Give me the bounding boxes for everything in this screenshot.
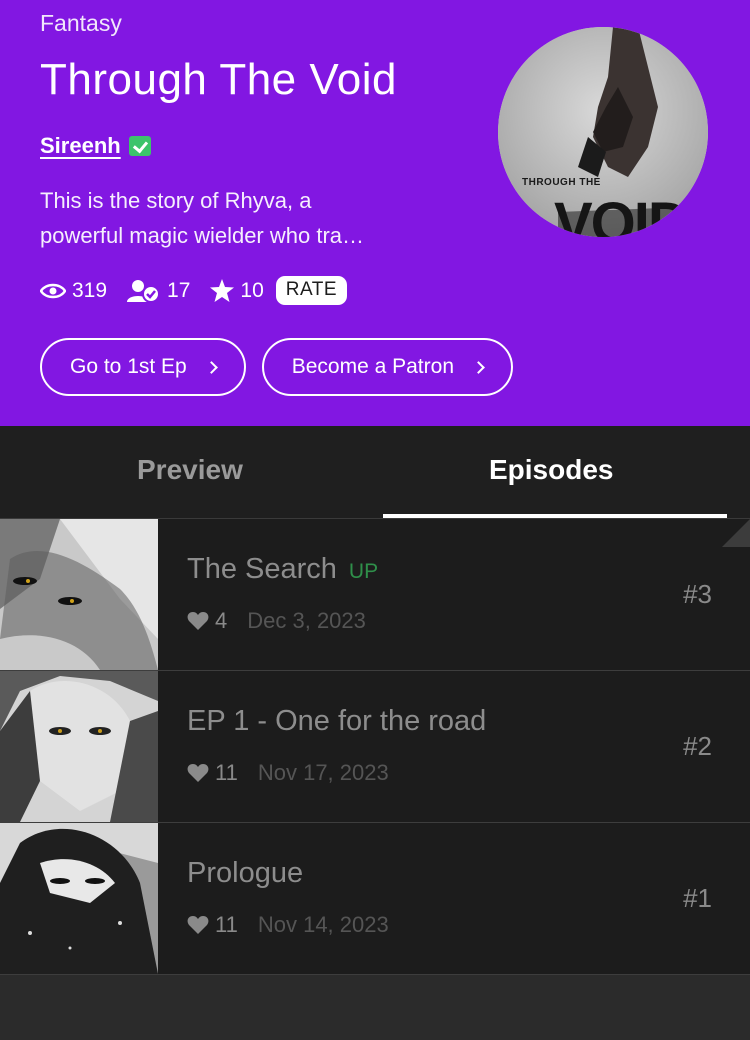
list-footer-space <box>0 976 750 1040</box>
like-count: 11 <box>215 760 238 785</box>
episode-date: Nov 14, 2023 <box>257 912 389 937</box>
become-patron-button[interactable]: Become a Patron <box>261 338 513 396</box>
cover-title-large: VOID <box>554 191 690 237</box>
episode-list: The Search UP 4 Dec 3, 2023 #3 EP 1 - On… <box>0 519 750 975</box>
tab-bar: Preview Episodes <box>0 426 750 519</box>
series-description[interactable]: This is the story of Rhyva, a powerful m… <box>40 183 470 253</box>
episode-meta: 11 Nov 17, 2023 <box>187 760 389 786</box>
cover-title-small: THROUGH THE <box>522 177 601 188</box>
genre-label[interactable]: Fantasy <box>40 10 122 37</box>
verified-check-icon <box>128 136 151 156</box>
episode-likes: 4 <box>187 608 227 634</box>
go-to-first-episode-label: Go to 1st Ep <box>70 355 187 378</box>
new-corner-marker <box>722 519 750 547</box>
become-patron-label: Become a Patron <box>291 355 454 378</box>
episode-thumbnail <box>0 823 158 974</box>
description-line: This is the story of Rhyva, a <box>40 188 312 213</box>
heart-icon <box>187 764 209 782</box>
like-count: 4 <box>215 608 228 633</box>
star-icon <box>210 279 235 302</box>
description-line: powerful magic wielder who tra… <box>40 223 365 248</box>
up-badge: UP <box>348 560 379 583</box>
thumbnail-art <box>0 519 158 670</box>
series-header: Fantasy Through The Void Sireenh This is… <box>0 0 750 426</box>
heart-icon <box>187 612 209 630</box>
heart-icon <box>187 916 209 934</box>
episode-likes: 11 <box>187 912 238 938</box>
action-buttons: Go to 1st Ep Become a Patron <box>40 338 513 396</box>
episode-row[interactable]: Prologue 11 Nov 14, 2023 #1 <box>0 823 750 975</box>
episode-date: Dec 3, 2023 <box>247 608 366 633</box>
thumbnail-art <box>0 823 158 974</box>
episode-number: #3 <box>683 579 712 609</box>
tab-preview[interactable]: Preview <box>137 454 243 486</box>
episode-title: Prologue <box>187 857 304 889</box>
episode-meta: 11 Nov 14, 2023 <box>187 912 389 938</box>
series-title: Through The Void <box>40 55 397 104</box>
episode-date: Nov 17, 2023 <box>257 760 389 785</box>
rate-button[interactable]: RATE <box>275 276 348 305</box>
subscribers-count: 17 <box>167 278 191 302</box>
episode-thumbnail <box>0 671 158 822</box>
author-link[interactable]: Sireenh <box>40 133 121 159</box>
episode-likes: 11 <box>187 760 238 786</box>
episode-title: EP 1 - One for the road <box>187 705 487 737</box>
episode-title-row: The Search UP <box>187 553 378 586</box>
rating-count: 10 <box>240 278 264 302</box>
stats-row: 319 17 10 RATE <box>40 276 348 305</box>
chevron-right-icon <box>204 360 218 374</box>
episode-title-row: Prologue <box>187 857 303 890</box>
subscribers-stat: 17 <box>127 279 190 303</box>
author-row: Sireenh <box>40 133 151 159</box>
like-count: 11 <box>215 912 238 937</box>
active-tab-indicator <box>383 514 727 518</box>
series-cover-image: THROUGH THE VOID <box>498 27 708 237</box>
episode-title: The Search <box>187 553 337 585</box>
views-stat: 319 <box>40 279 107 303</box>
episode-row[interactable]: EP 1 - One for the road 11 Nov 17, 2023 … <box>0 671 750 823</box>
thumbnail-art <box>0 671 158 822</box>
views-count: 319 <box>72 278 108 302</box>
episode-thumbnail <box>0 519 158 670</box>
tab-episodes[interactable]: Episodes <box>489 454 613 486</box>
episode-number: #2 <box>683 731 712 761</box>
rating-stat: 10 <box>210 278 264 303</box>
go-to-first-episode-button[interactable]: Go to 1st Ep <box>40 338 246 396</box>
episode-row[interactable]: The Search UP 4 Dec 3, 2023 #3 <box>0 519 750 671</box>
episode-meta: 4 Dec 3, 2023 <box>187 608 366 634</box>
episode-title-row: EP 1 - One for the road <box>187 705 486 738</box>
subscribed-user-icon <box>127 279 161 303</box>
eye-icon <box>40 283 66 298</box>
episode-number: #1 <box>683 883 712 913</box>
chevron-right-icon <box>472 360 485 374</box>
